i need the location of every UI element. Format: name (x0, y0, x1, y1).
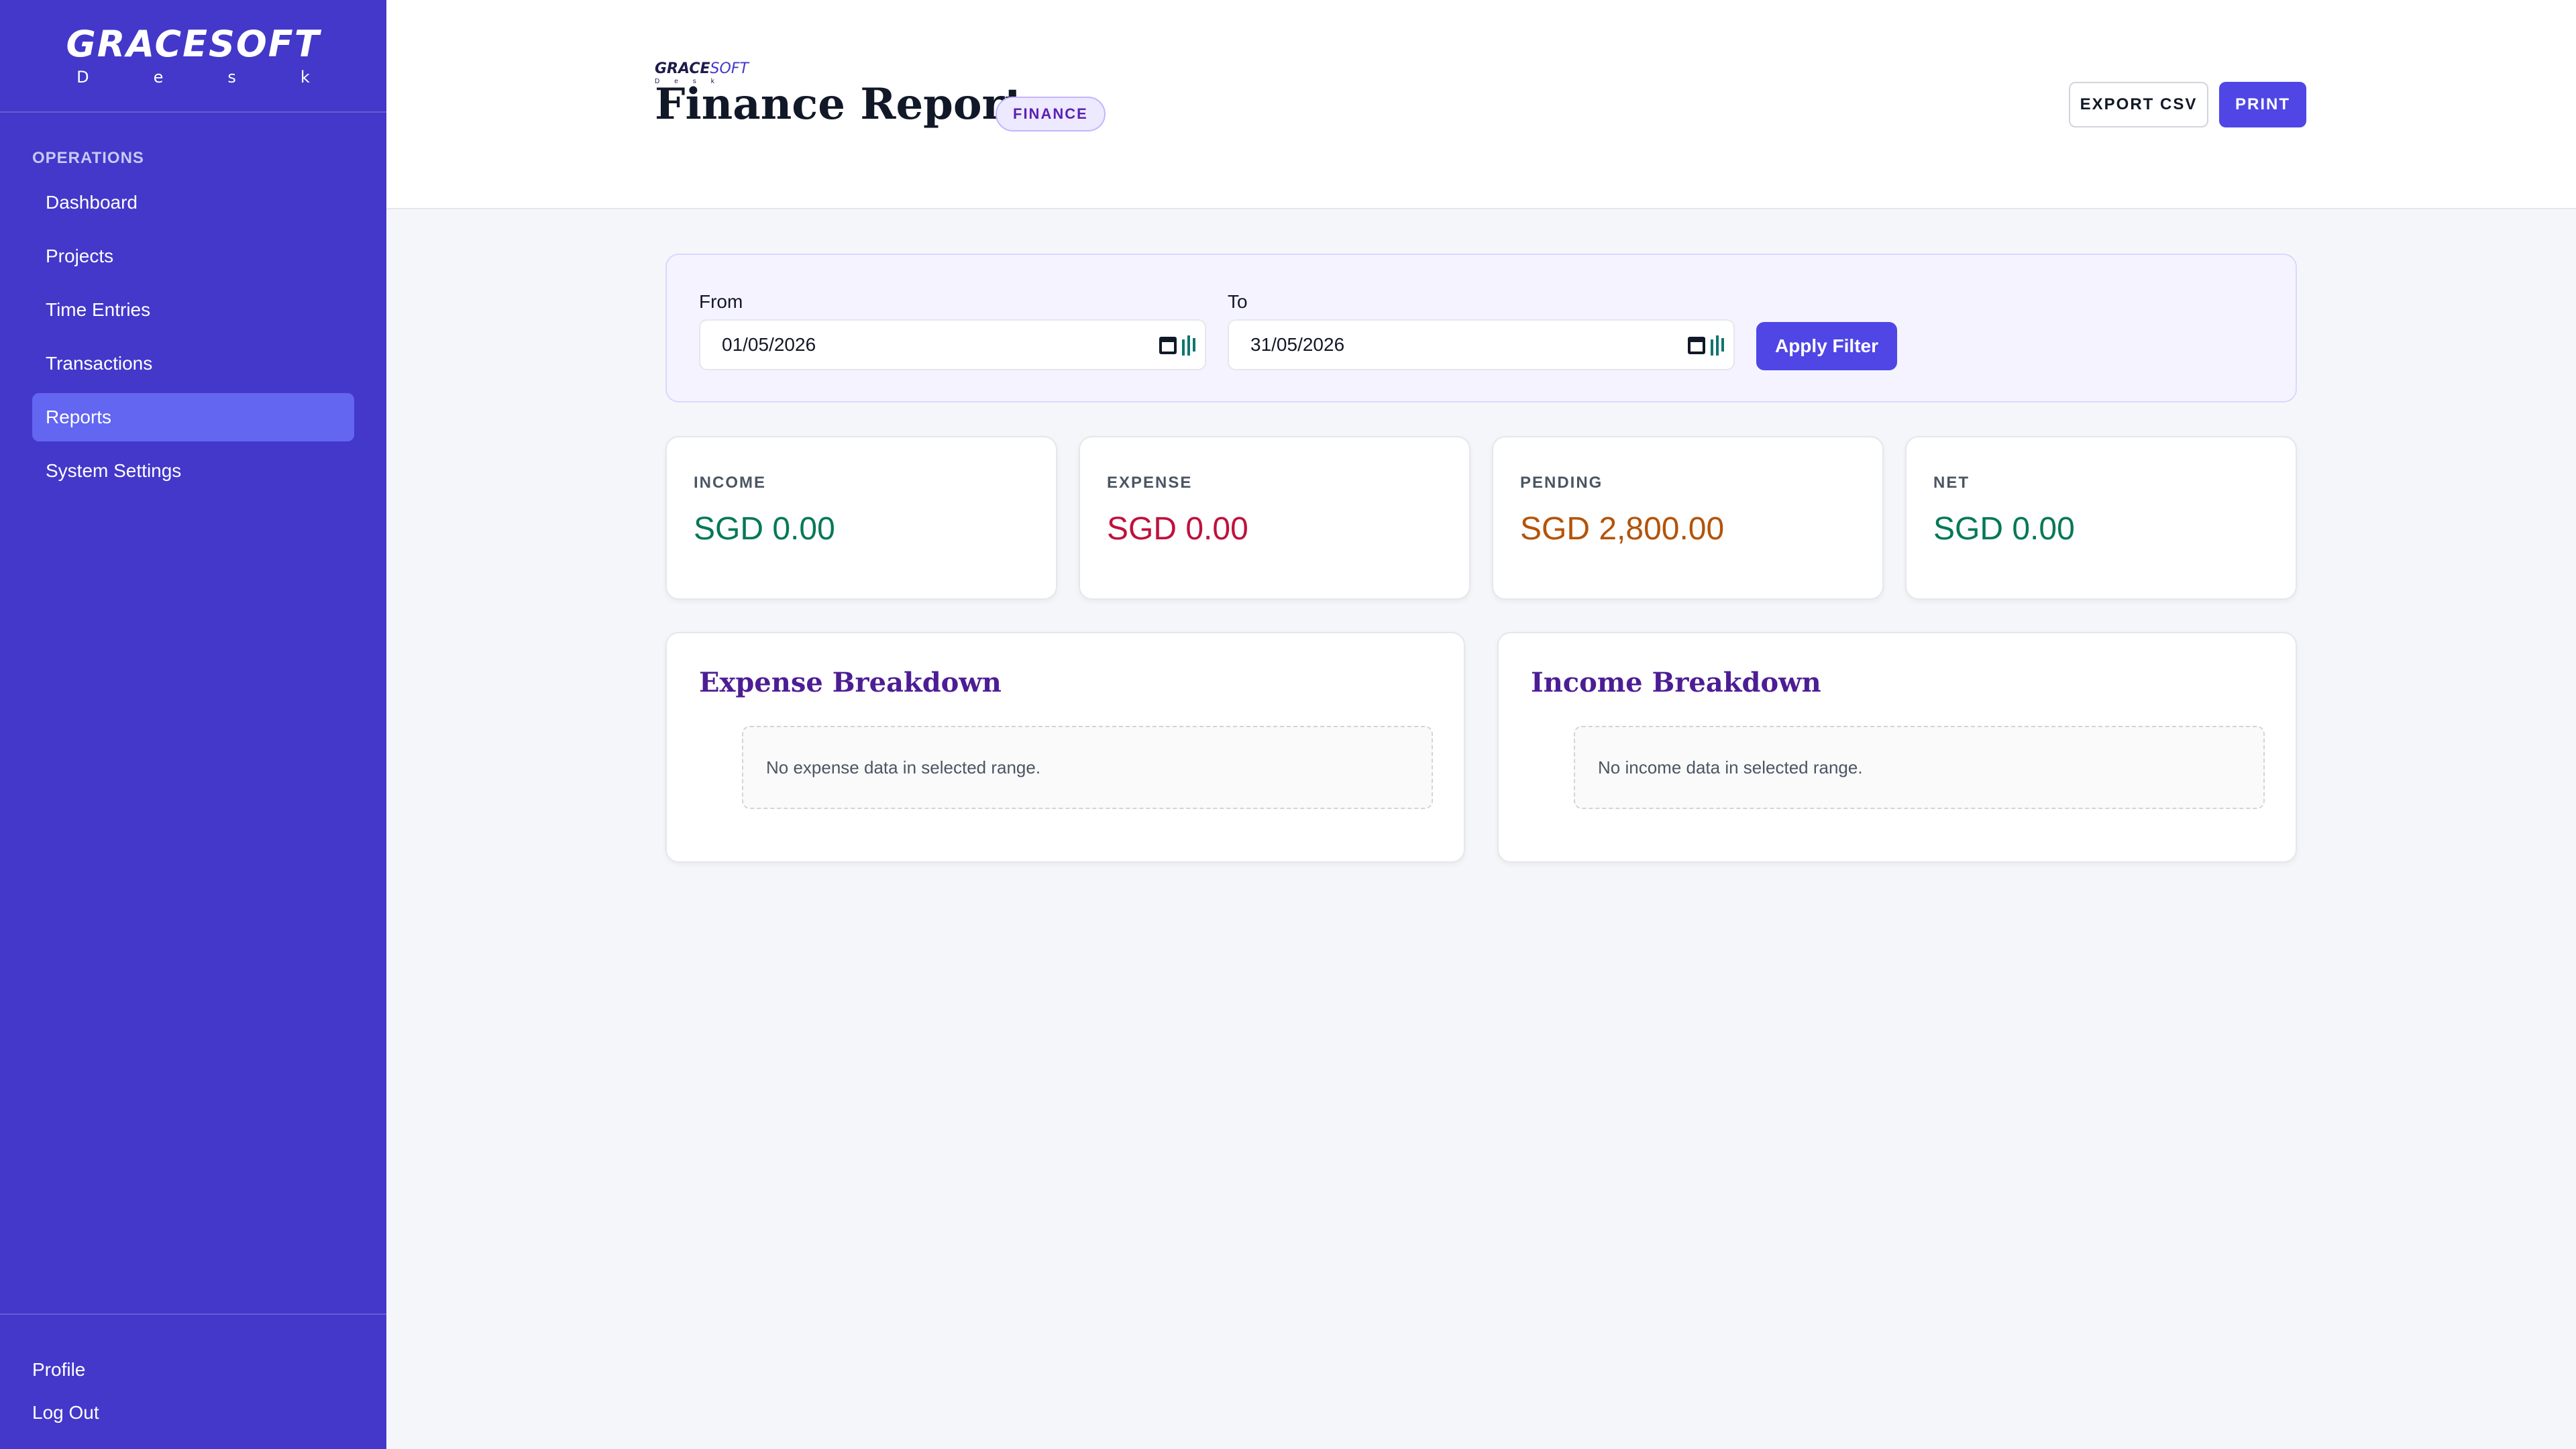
picker-options-icon[interactable] (1709, 335, 1725, 356)
stat-value: SGD 0.00 (694, 511, 835, 547)
sidebar: GRACESOFT Desk OPERATIONS Dashboard Proj… (0, 0, 386, 1449)
sidebar-item-system-settings[interactable]: System Settings (32, 447, 354, 495)
expense-empty-state: No expense data in selected range. (742, 726, 1433, 809)
stat-value: SGD 0.00 (1933, 511, 2075, 547)
print-button[interactable]: PRINT (2219, 82, 2306, 127)
stat-card-expense: EXPENSE SGD 0.00 (1079, 436, 1470, 600)
profile-link[interactable]: Profile (0, 1348, 386, 1391)
sidebar-item-reports[interactable]: Reports (32, 393, 354, 441)
stat-label: NET (1933, 474, 1970, 492)
income-breakdown-panel: Income Breakdown No income data in selec… (1497, 632, 2297, 863)
income-empty-state: No income data in selected range. (1574, 726, 2265, 809)
stat-label: EXPENSE (1107, 474, 1193, 492)
page-title: Finance Report (655, 79, 1024, 129)
header-logo-grace: GRACE (655, 60, 710, 77)
header-logo-soft: SOFT (710, 60, 749, 77)
to-date-input[interactable]: 31/05/2026 (1228, 319, 1735, 370)
calendar-icon[interactable] (1688, 337, 1705, 354)
sidebar-item-projects[interactable]: Projects (32, 232, 354, 280)
to-date-value: 31/05/2026 (1250, 334, 1345, 355)
stat-value: SGD 0.00 (1107, 511, 1248, 547)
stat-label: PENDING (1520, 474, 1603, 492)
from-date-input[interactable]: 01/05/2026 (699, 319, 1206, 370)
date-filter: From 01/05/2026 To 31/05/2026 Apply Filt… (665, 254, 2297, 402)
expense-breakdown-panel: Expense Breakdown No expense data in sel… (665, 632, 1465, 863)
brand-name: GRACESOFT (66, 23, 321, 65)
logout-link[interactable]: Log Out (0, 1391, 386, 1434)
brand-logo[interactable]: GRACESOFT Desk (0, 0, 386, 113)
stat-card-net: NET SGD 0.00 (1905, 436, 2297, 600)
header-logo: GRACESOFT (655, 62, 749, 76)
sidebar-item-transactions[interactable]: Transactions (32, 339, 354, 388)
from-date-value: 01/05/2026 (722, 334, 816, 355)
sidebar-item-dashboard[interactable]: Dashboard (32, 178, 354, 227)
sidebar-nav: Dashboard Projects Time Entries Transact… (32, 178, 354, 500)
stat-card-pending: PENDING SGD 2,800.00 (1492, 436, 1884, 600)
nav-section-label: OPERATIONS (32, 149, 144, 167)
stat-value: SGD 2,800.00 (1520, 511, 1725, 547)
page-header: GRACESOFT Desk Finance Report FINANCE EX… (386, 0, 2576, 209)
export-csv-button[interactable]: EXPORT CSV (2069, 82, 2208, 127)
from-label: From (699, 291, 743, 312)
sidebar-footer: Profile Log Out (0, 1313, 386, 1434)
calendar-icon[interactable] (1159, 337, 1177, 354)
stat-label: INCOME (694, 474, 766, 492)
to-label: To (1228, 291, 1248, 312)
section-badge: FINANCE (996, 97, 1106, 131)
brand-subtitle: Desk (76, 68, 374, 87)
apply-filter-button[interactable]: Apply Filter (1756, 322, 1897, 370)
sidebar-item-time-entries[interactable]: Time Entries (32, 286, 354, 334)
picker-options-icon[interactable] (1181, 335, 1197, 356)
expense-breakdown-title: Expense Breakdown (699, 667, 1002, 698)
income-breakdown-title: Income Breakdown (1531, 667, 1821, 698)
stat-card-income: INCOME SGD 0.00 (665, 436, 1057, 600)
